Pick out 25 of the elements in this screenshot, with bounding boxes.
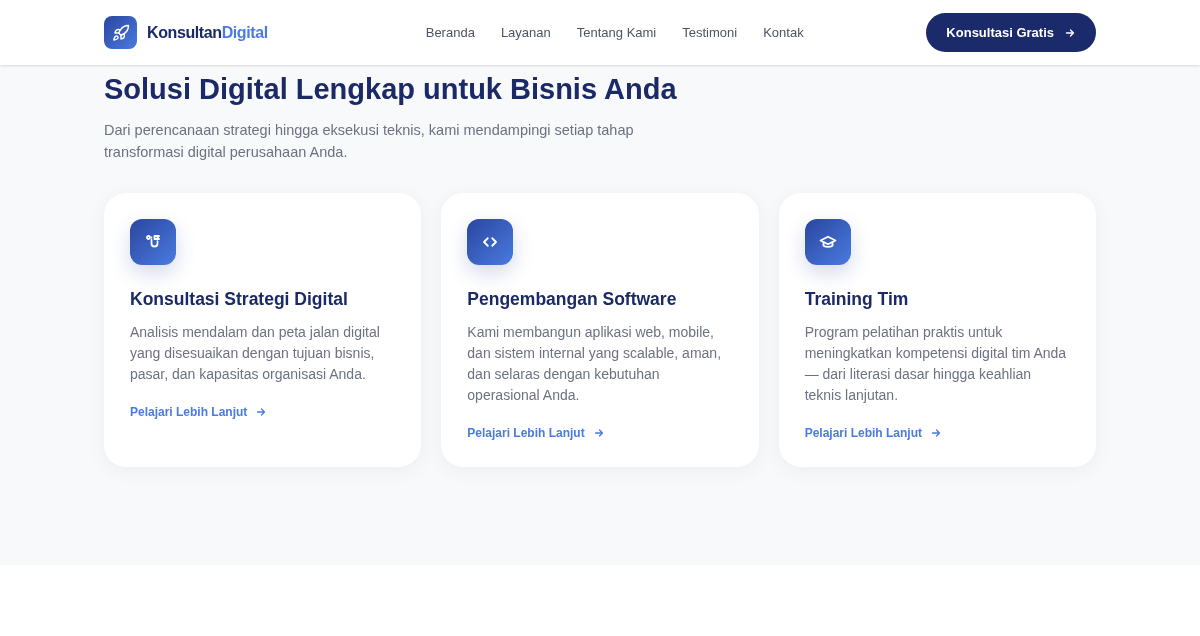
arrow-right-icon [1064,26,1076,39]
card-description: Kami membangun aplikasi web, mobile, dan sistem internal yang scalable, aman, dan selaras dengan kebutuhan operasional Anda. [467,323,723,406]
card-title: Pengembangan Software [467,288,678,311]
arrow-right-icon [592,427,605,440]
card-title: Training Tim [804,288,910,311]
graduation-cap-icon [804,219,851,265]
card-title: Konsultasi Strategi Digital [130,288,349,311]
section-subtitle: Dari perencanaan strategi hingga eksekusi teknis, kami mendampingi setiap tahap transformasi digital perusahaan Anda. [104,121,635,162]
arrow-right-icon [255,406,268,419]
nav-link[interactable]: Beranda [425,22,475,43]
learn-more-link[interactable]: Pelajari Lebih Lanjut [804,424,942,443]
code-icon [467,219,514,265]
nav-link[interactable]: Tentang Kami [576,22,657,43]
rocket-logo-icon [104,16,137,49]
logo-text[interactable]: KonsultanDigital [147,20,268,45]
arrow-right-icon [930,427,942,440]
section-heading: Solusi Digital Lengkap untuk Bisnis Anda [104,72,678,107]
free-consultation-button[interactable]: Konsultasi Gratis [926,13,1096,52]
learn-more-link[interactable]: Pelajari Lebih Lanjut [130,403,268,422]
card-description: Analisis mendalam dan peta jalan digital yang disesuaikan dengan tujuan bisnis, pasar, dan kapasitas organisasi Anda. [130,323,381,385]
nav-link[interactable]: Kontak [763,22,804,43]
nav-link[interactable]: Layanan [500,22,551,43]
nav-link[interactable]: Testimoni [682,22,738,43]
card-description: Program pelatihan praktis untuk meningkatkan kompetensi digital tim Anda — dari literasi dasar hingga keahlian teknis lanjutan. [804,323,1068,406]
learn-more-link[interactable]: Pelajari Lebih Lanjut [467,424,605,443]
